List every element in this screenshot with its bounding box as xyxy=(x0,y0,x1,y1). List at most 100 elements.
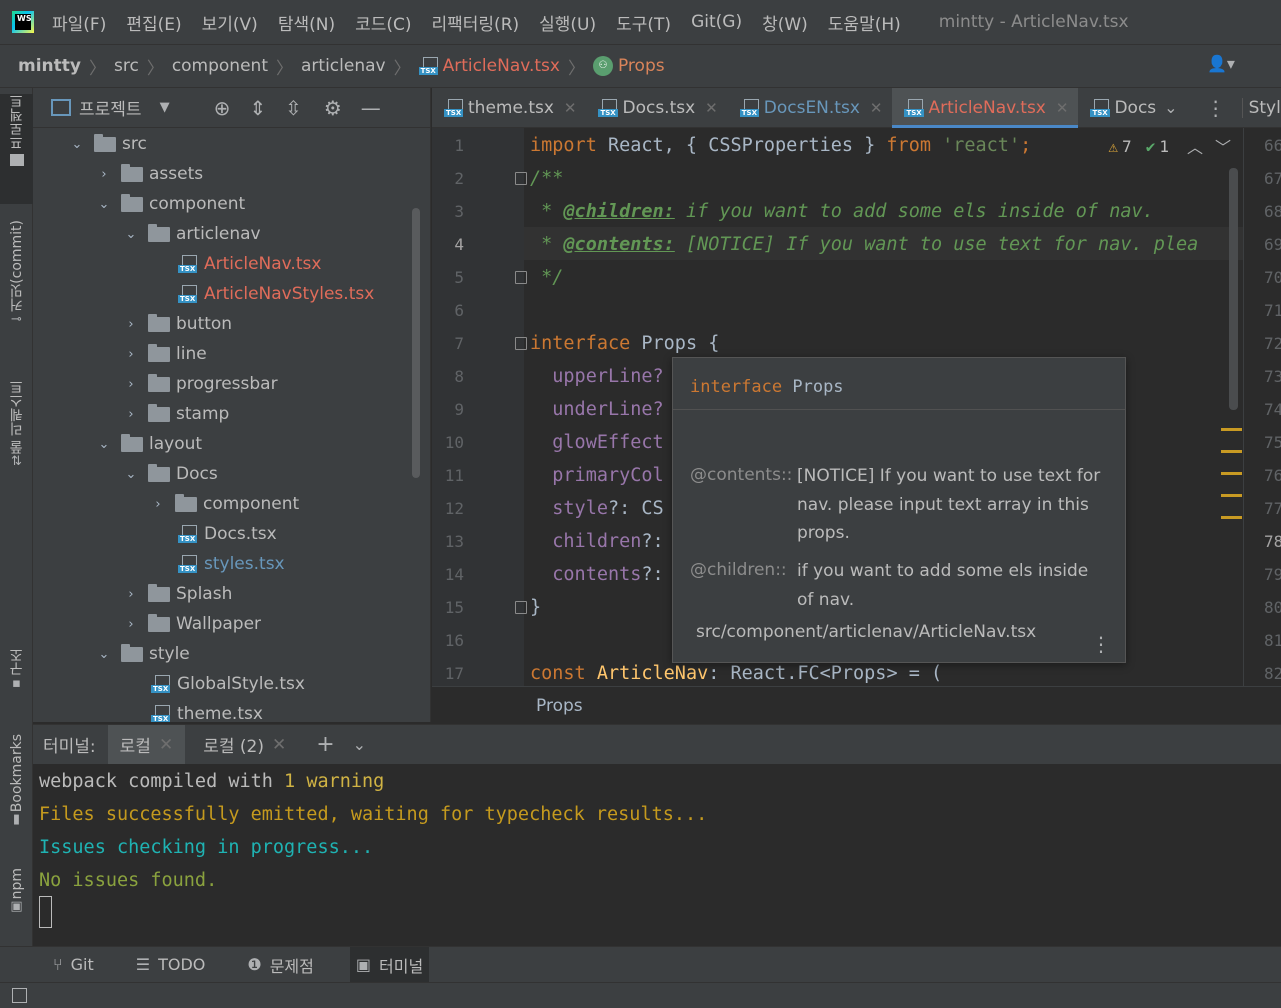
chevron-right-icon[interactable]: › xyxy=(124,587,138,602)
crumb-props[interactable]: ⚇ Props xyxy=(592,56,665,76)
tree-scrollbar[interactable] xyxy=(412,208,420,478)
hide-panel-icon[interactable]: — xyxy=(361,96,381,120)
tab-articlenav-tsx[interactable]: TSX ArticleNav.tsx ✕ xyxy=(892,87,1079,128)
terminal-tab-local-2[interactable]: 로컬 (2) ✕ xyxy=(191,725,298,765)
toggle-tool-windows-icon[interactable] xyxy=(12,988,27,1003)
fold-marker-icon[interactable] xyxy=(515,172,527,185)
menu-help[interactable]: 도움말(H) xyxy=(828,10,901,35)
tool-tab-pull-requests[interactable]: 풀 리퀘스트 ⇅ xyxy=(0,380,33,490)
chevron-right-icon[interactable]: › xyxy=(151,497,165,512)
menu-tools[interactable]: 도구(T) xyxy=(616,10,671,35)
tree-item-globalstyle-tsx[interactable]: TSX GlobalStyle.tsx xyxy=(33,669,305,699)
tab-docsen-tsx[interactable]: TSX DocsEN.tsx ✕ xyxy=(728,88,893,128)
tool-terminal[interactable]: ▣ 터미널 xyxy=(349,946,430,983)
crumb-file[interactable]: TSX ArticleNav.tsx xyxy=(418,56,560,76)
tree-item-splash[interactable]: › Splash xyxy=(33,579,232,609)
inspection-widget[interactable]: ⚠ 7 ✔ 1 ︿ ﹀ xyxy=(1108,128,1231,164)
warning-stripe-marker[interactable] xyxy=(1221,450,1242,453)
tree-item-button[interactable]: › button xyxy=(33,309,232,339)
chevron-right-icon[interactable]: › xyxy=(124,347,138,362)
close-icon[interactable]: ✕ xyxy=(272,735,286,755)
warning-stripe-marker[interactable] xyxy=(1221,472,1242,475)
menu-refactor[interactable]: 리팩터링(R) xyxy=(432,10,520,35)
chevron-right-icon[interactable]: › xyxy=(97,167,111,182)
close-icon[interactable]: ✕ xyxy=(159,735,173,755)
plus-icon[interactable]: + xyxy=(316,732,334,757)
tool-tab-npm[interactable]: npm ▣ xyxy=(0,868,33,932)
close-icon[interactable]: ✕ xyxy=(564,99,577,117)
tree-item-wallpaper[interactable]: › Wallpaper xyxy=(33,609,261,639)
menu-file[interactable]: 파일(F) xyxy=(52,10,106,35)
editor-scrollbar[interactable] xyxy=(1229,168,1238,410)
tree-item-component[interactable]: ⌄ component xyxy=(33,189,245,219)
crumb-src[interactable]: src xyxy=(114,56,139,76)
tree-item-articlenavstyles-tsx[interactable]: TSX ArticleNavStyles.tsx xyxy=(33,279,374,309)
terminal-output[interactable]: webpack compiled with 1 warning Files su… xyxy=(33,764,1281,946)
terminal-tab-local[interactable]: 로컬 ✕ xyxy=(107,724,186,765)
tree-item-docs-component[interactable]: › component xyxy=(33,489,299,519)
tree-item-src[interactable]: ⌄ src xyxy=(33,129,147,159)
chevron-down-icon[interactable]: ⌄ xyxy=(97,647,111,662)
breadcrumb-props[interactable]: Props xyxy=(536,696,583,716)
tree-item-articlenav[interactable]: ⌄ articlenav xyxy=(33,219,261,249)
chevron-right-icon[interactable]: › xyxy=(124,617,138,632)
tool-tab-bookmarks[interactable]: Bookmarks ▮ xyxy=(0,734,33,848)
doc-source-path[interactable]: src/component/articlenav/ArticleNav.tsx xyxy=(696,622,1036,642)
tree-item-styles-tsx[interactable]: TSX styles.tsx xyxy=(33,549,285,579)
warning-stripe-marker[interactable] xyxy=(1221,428,1242,431)
close-icon[interactable]: ✕ xyxy=(1056,99,1069,117)
menu-run[interactable]: 실행(U) xyxy=(539,10,596,35)
menu-edit[interactable]: 편집(E) xyxy=(126,10,181,35)
close-icon[interactable]: ✕ xyxy=(705,99,718,117)
menu-view[interactable]: 보기(V) xyxy=(202,10,258,35)
tab-docs-tsx[interactable]: TSX Docs.tsx ✕ xyxy=(586,88,727,128)
chevron-down-icon[interactable]: ⌄ xyxy=(70,137,84,152)
tree-item-style[interactable]: ⌄ style xyxy=(33,639,190,669)
chevron-right-icon[interactable]: › xyxy=(124,407,138,422)
tree-item-theme-tsx[interactable]: TSX theme.tsx xyxy=(33,699,263,722)
tool-tab-structure[interactable]: 구조 ▪ xyxy=(0,648,33,708)
menu-window[interactable]: 창(W) xyxy=(762,10,808,35)
tree-item-docs[interactable]: ⌄ Docs xyxy=(33,459,218,489)
gear-icon[interactable]: ⚙ xyxy=(324,96,342,120)
tab-docs-overflow[interactable]: TSX Docs xyxy=(1078,88,1156,128)
tree-item-progressbar[interactable]: › progressbar xyxy=(33,369,278,399)
menu-navigate[interactable]: 탐색(N) xyxy=(278,10,335,35)
chevron-down-icon[interactable]: ⌄ xyxy=(124,467,138,482)
chevron-down-icon[interactable]: ▼ xyxy=(160,100,170,115)
tree-item-layout[interactable]: ⌄ layout xyxy=(33,429,202,459)
tool-tab-commit[interactable]: 커밋(commit) ⊸ xyxy=(0,220,33,350)
tree-item-stamp[interactable]: › stamp xyxy=(33,399,229,429)
user-account-icon[interactable]: 👤▾ xyxy=(1207,54,1247,78)
tool-git[interactable]: ⑂ Git xyxy=(47,947,100,983)
collapse-all-icon[interactable]: ⇳ xyxy=(285,96,302,120)
project-panel-title[interactable]: 프로젝트 xyxy=(79,95,142,120)
chevron-down-icon[interactable]: ⌄ xyxy=(1164,98,1177,117)
more-vertical-icon[interactable]: ⋮ xyxy=(1206,96,1226,120)
expand-all-icon[interactable]: ⇕ xyxy=(249,96,266,120)
fold-marker-icon[interactable] xyxy=(515,271,527,284)
crumb-project[interactable]: mintty xyxy=(18,56,81,76)
chevron-down-icon[interactable]: ⌄ xyxy=(97,197,111,212)
chevron-up-icon[interactable]: ︿ xyxy=(1187,134,1203,158)
menu-git[interactable]: Git(G) xyxy=(691,12,742,32)
chevron-down-icon[interactable]: ﹀ xyxy=(1215,134,1231,158)
warning-stripe-marker[interactable] xyxy=(1221,494,1242,497)
crumb-articlenav[interactable]: articlenav xyxy=(301,56,386,76)
fold-marker-icon[interactable] xyxy=(515,337,527,350)
more-vertical-icon[interactable]: ⋮ xyxy=(1091,632,1111,656)
fold-marker-icon[interactable] xyxy=(515,601,527,614)
chevron-down-icon[interactable]: ⌄ xyxy=(97,437,111,452)
chevron-down-icon[interactable]: ⌄ xyxy=(124,227,138,242)
tab-style-split[interactable]: Style xyxy=(1241,97,1281,118)
quick-documentation-popup[interactable]: interface Props @contents:: [NOTICE] If … xyxy=(672,357,1126,663)
tool-tab-project[interactable]: 프로젝트 xyxy=(0,94,33,204)
tree-item-docs-tsx[interactable]: TSX Docs.tsx xyxy=(33,519,277,549)
split-editor-pane[interactable]: 66 67 68 69 70 71 72 73 74 75 76 77 78 7… xyxy=(1243,128,1281,686)
tool-todo[interactable]: ☰ TODO xyxy=(130,947,212,983)
tree-item-line[interactable]: › line xyxy=(33,339,207,369)
chevron-down-icon[interactable]: ⌄ xyxy=(353,735,366,754)
crumb-component[interactable]: component xyxy=(172,56,268,76)
locate-icon[interactable]: ⊕ xyxy=(214,96,231,120)
menu-code[interactable]: 코드(C) xyxy=(355,10,411,35)
